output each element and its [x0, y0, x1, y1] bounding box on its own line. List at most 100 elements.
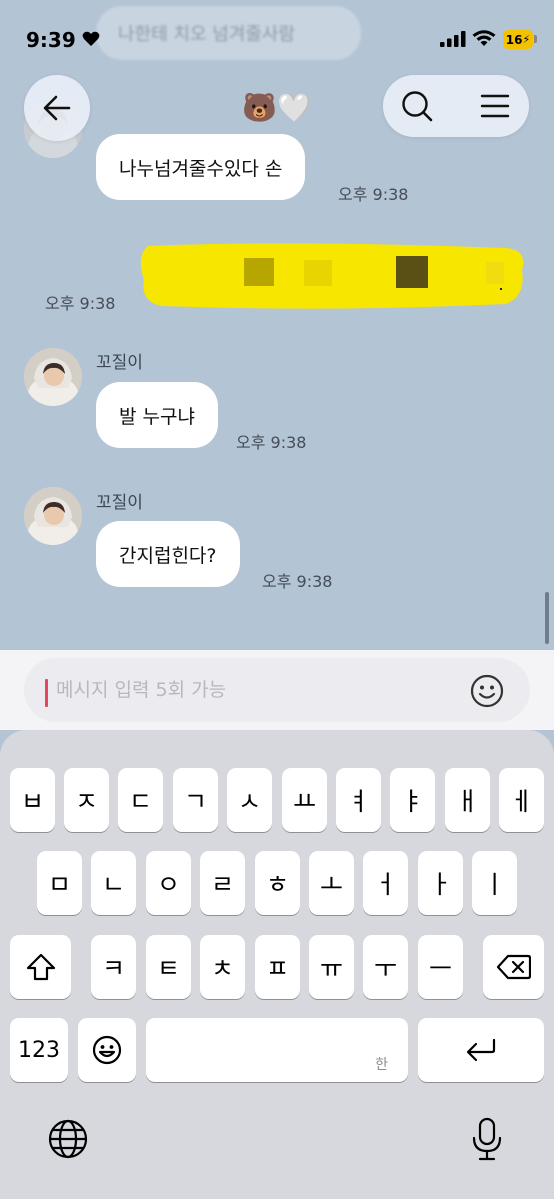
key-label: ㅊ — [210, 954, 234, 983]
battery-indicator: 16 ⚡ — [503, 30, 533, 49]
key-label: ㅜ — [373, 954, 397, 983]
key[interactable]: ㅋ — [91, 935, 136, 999]
key[interactable]: ㅣ — [472, 851, 517, 915]
key[interactable]: ㅍ — [255, 935, 300, 999]
return-icon — [466, 1038, 496, 1062]
redacted-message-bubble[interactable] — [134, 240, 530, 310]
key-label: ㄹ — [210, 870, 234, 899]
avatar[interactable] — [24, 487, 82, 545]
key[interactable]: ㅠ — [309, 935, 354, 999]
key-label: 123 — [18, 1037, 60, 1063]
key-label: ㅡ — [428, 954, 452, 983]
key-label: ㅑ — [400, 787, 424, 816]
message-bubble-incoming[interactable]: 나누넘겨줄수있다 손 — [96, 134, 306, 200]
status-time: 9:39 — [26, 28, 76, 52]
microphone-icon[interactable] — [470, 1117, 504, 1161]
globe-icon[interactable] — [48, 1119, 88, 1159]
smiley-icon[interactable] — [470, 674, 504, 708]
message-bubble-incoming[interactable]: 발 누구냐 — [96, 382, 218, 448]
space-key[interactable]: 한 — [146, 1018, 408, 1082]
key-label: ㅔ — [509, 787, 533, 816]
key[interactable]: ㅁ — [37, 851, 82, 915]
delete-icon — [496, 954, 531, 980]
space-hint: 한 — [375, 1057, 388, 1073]
key[interactable]: ㅑ — [390, 768, 435, 832]
delete-key[interactable] — [483, 935, 544, 999]
key[interactable]: ㅏ — [418, 851, 463, 915]
message-input-box[interactable] — [24, 658, 530, 722]
key[interactable]: ㄱ — [173, 768, 218, 832]
wifi-icon — [472, 30, 496, 46]
key[interactable]: ㅂ — [10, 768, 55, 832]
message-text: 나누넘겨줄수있다 손 — [119, 157, 283, 180]
sender-name: 꼬질이 — [96, 493, 143, 513]
key[interactable]: ㅎ — [255, 851, 300, 915]
key[interactable]: ㅗ — [309, 851, 354, 915]
avatar[interactable] — [24, 348, 82, 406]
key-label: ㄱ — [183, 787, 207, 816]
key-label: ㅁ — [47, 870, 71, 899]
key[interactable]: ㅕ — [336, 768, 381, 832]
key-label: ㅠ — [319, 954, 343, 983]
return-key[interactable] — [418, 1018, 544, 1082]
key-label: ㄷ — [128, 787, 152, 816]
emoji-key[interactable] — [78, 1018, 136, 1082]
battery-nub — [534, 35, 537, 43]
key-label: ㅣ — [482, 870, 506, 899]
key[interactable]: ㅐ — [445, 768, 490, 832]
key[interactable]: ㅈ — [64, 768, 109, 832]
shift-icon — [26, 953, 55, 981]
key[interactable]: ㅔ — [499, 768, 544, 832]
key-label: ㅈ — [74, 787, 98, 816]
message-text: 간지럽힌다? — [119, 544, 217, 567]
status-bar: 9:39 16 ⚡ — [0, 0, 554, 70]
key-label: ㅓ — [373, 870, 397, 899]
message-text: 발 누구냐 — [119, 405, 195, 428]
menu-button[interactable] — [475, 86, 515, 126]
key-label: ㅅ — [237, 787, 261, 816]
heart-icon — [82, 31, 100, 46]
input-area — [0, 650, 554, 730]
search-icon — [402, 91, 433, 122]
keyboard: ㅂ ㅈ ㄷ ㄱ ㅅ ㅛ ㅕ ㅑ ㅐ ㅔ ㅁ ㄴ ㅇ ㄹ ㅎ ㅗ ㅓ ㅏ ㅣ ㅋ … — [0, 730, 554, 1199]
search-button[interactable] — [397, 86, 437, 126]
key[interactable]: ㄷ — [118, 768, 163, 832]
back-button[interactable] — [24, 75, 90, 141]
key-label: ㅕ — [346, 787, 370, 816]
emoji-icon — [92, 1035, 122, 1065]
key[interactable]: ㄴ — [91, 851, 136, 915]
sender-name: 꼬질이 — [96, 353, 143, 373]
message-bubble-incoming[interactable]: 간지럽힌다? — [96, 521, 240, 587]
numbers-key[interactable]: 123 — [10, 1018, 68, 1082]
key[interactable]: ㅓ — [363, 851, 408, 915]
charging-bolt-icon: ⚡ — [522, 33, 531, 46]
key[interactable]: ㄹ — [200, 851, 245, 915]
message-time: 오후 9:38 — [338, 185, 409, 204]
key-label: ㄴ — [101, 870, 125, 899]
key-label: ㅎ — [265, 870, 289, 899]
message-input[interactable] — [56, 658, 456, 722]
key[interactable]: ㅛ — [282, 768, 327, 832]
arrow-left-icon — [43, 95, 71, 121]
cellular-signal-icon — [440, 31, 466, 47]
key[interactable]: ㅇ — [146, 851, 191, 915]
key-label: ㅛ — [292, 787, 316, 816]
header-actions — [383, 75, 529, 137]
text-caret — [45, 679, 48, 707]
key[interactable]: ㅡ — [418, 935, 463, 999]
scrollbar[interactable] — [545, 592, 549, 644]
message-time: 오후 9:38 — [262, 572, 333, 591]
key[interactable]: ㅊ — [200, 935, 245, 999]
key[interactable]: ㅌ — [146, 935, 191, 999]
key[interactable]: ㅅ — [227, 768, 272, 832]
message-time: 오후 9:38 — [236, 433, 307, 452]
key-label: ㅇ — [156, 870, 180, 899]
key-label: ㅌ — [156, 954, 180, 983]
chat-title: 🐻🤍 — [242, 91, 312, 124]
battery-level: 16 — [505, 32, 523, 47]
message-time: 오후 9:38 — [45, 294, 116, 313]
key[interactable]: ㅜ — [363, 935, 408, 999]
key-label: ㅍ — [265, 954, 289, 983]
key-label: ㅏ — [428, 870, 452, 899]
shift-key[interactable] — [10, 935, 71, 999]
